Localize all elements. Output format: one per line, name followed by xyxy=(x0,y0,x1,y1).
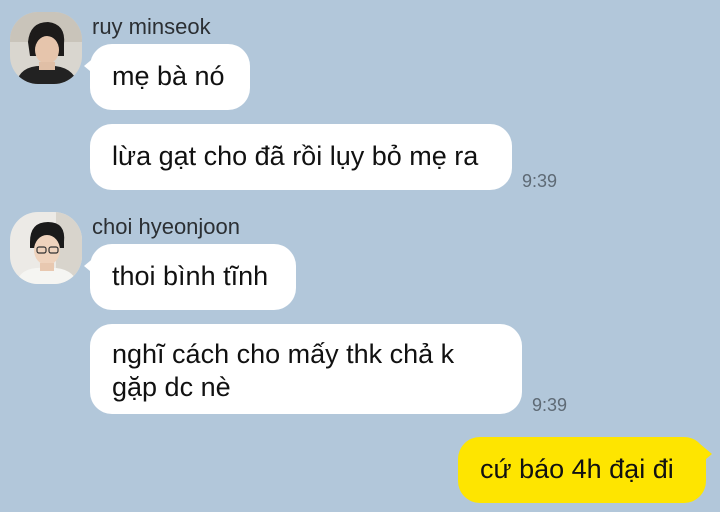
bubble-tail xyxy=(84,256,96,276)
message-bubble[interactable]: nghĩ cách cho mấy thk chả k gặp dc nè xyxy=(90,324,522,414)
sender-name: choi hyeonjoon xyxy=(92,214,241,239)
message-bubble[interactable]: mẹ bà nó xyxy=(90,44,250,110)
message-text: nghĩ cách cho mấy thk chả k gặp dc nè xyxy=(112,339,455,402)
chat-area: ruy minseok mẹ bà nó lừa gạt cho đã rồi … xyxy=(0,0,720,512)
my-message-bubble[interactable]: cứ báo 4h đại đi xyxy=(458,437,706,503)
message-time: 9:39 xyxy=(522,171,558,191)
message-text: lừa gạt cho đã rồi lụy bỏ mẹ ra xyxy=(112,141,479,171)
sender-name: ruy minseok xyxy=(92,14,211,39)
message-time: 9:39 xyxy=(532,395,568,415)
message-text: thoi bình tĩnh xyxy=(112,261,269,291)
avatar-ruy-minseok[interactable] xyxy=(10,12,82,84)
avatar-choi-hyeonjoon[interactable] xyxy=(10,212,82,284)
message-text: cứ báo 4h đại đi xyxy=(480,454,674,484)
message-bubble[interactable]: thoi bình tĩnh xyxy=(90,244,296,310)
profile-photo-icon xyxy=(10,212,82,284)
message-text: mẹ bà nó xyxy=(112,61,225,91)
bubble-tail xyxy=(84,56,96,76)
profile-photo-icon xyxy=(10,12,82,84)
message-bubble[interactable]: lừa gạt cho đã rồi lụy bỏ mẹ ra xyxy=(90,124,512,190)
bubble-tail xyxy=(700,444,712,464)
